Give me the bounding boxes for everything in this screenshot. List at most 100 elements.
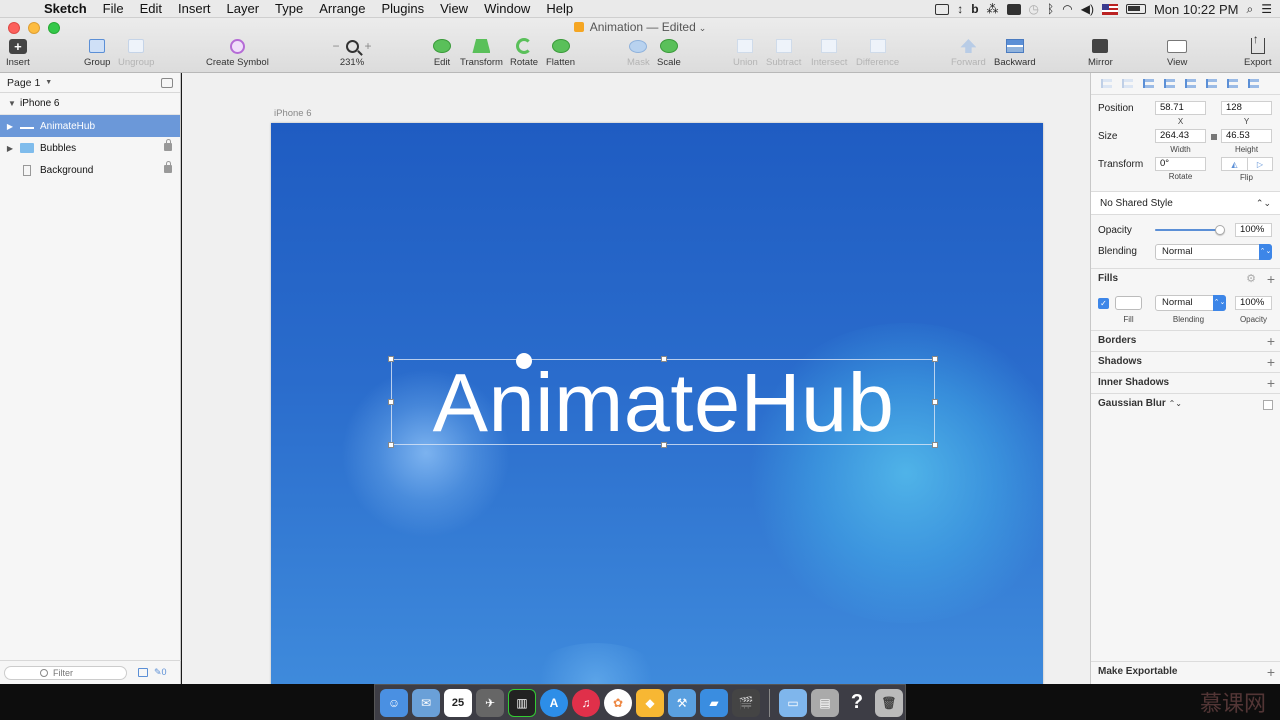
rotate-button[interactable]: Rotate — [510, 38, 538, 68]
add-shadow-button[interactable]: + — [1267, 352, 1275, 372]
align-middle-icon[interactable] — [1227, 79, 1238, 88]
insert-button[interactable]: + Insert — [6, 38, 30, 68]
app-store-icon[interactable]: A — [540, 688, 568, 717]
menu-file[interactable]: File — [95, 1, 132, 16]
folder-icon[interactable]: ▭ — [779, 688, 807, 717]
time-machine-icon[interactable]: ◷ — [1029, 2, 1039, 16]
add-inner-shadow-button[interactable]: + — [1267, 373, 1275, 393]
align-top-icon[interactable] — [1206, 79, 1217, 88]
keynote-icon[interactable]: ▰ — [700, 688, 728, 717]
align-left-icon[interactable] — [1143, 79, 1154, 88]
activity-monitor-icon[interactable]: ▥ — [508, 688, 536, 717]
edit-button[interactable]: Edit — [432, 38, 452, 68]
zoom-in-button[interactable]: + — [365, 39, 372, 53]
finder-icon[interactable]: ☺ — [380, 688, 408, 717]
align-bottom-icon[interactable] — [1248, 79, 1259, 88]
artboard-iphone-6[interactable]: AnimateHub — [271, 123, 1043, 684]
disclosure-closed-icon[interactable]: ▶ — [2, 144, 18, 153]
scale-button[interactable]: Scale — [657, 38, 681, 68]
opacity-field[interactable]: 100% — [1235, 223, 1272, 237]
photos-icon[interactable]: ✿ — [604, 688, 632, 717]
menu-insert[interactable]: Insert — [170, 1, 219, 16]
menu-help[interactable]: Help — [538, 1, 581, 16]
menu-plugins[interactable]: Plugins — [373, 1, 432, 16]
shared-style-select[interactable]: No Shared Style ⌃⌄ — [1091, 191, 1280, 215]
pages-filter-icon[interactable] — [138, 668, 148, 677]
transfer-icon[interactable]: ↕ — [957, 2, 963, 16]
gaussian-blur-section-header[interactable]: Gaussian Blur ⌃⌄ — [1091, 393, 1280, 414]
filter-input[interactable] — [53, 667, 123, 678]
subtract-button[interactable]: Subtract — [766, 38, 801, 68]
opacity-slider-knob[interactable] — [1215, 225, 1225, 235]
position-x-field[interactable]: 58.71 — [1155, 101, 1206, 115]
fill-blending-select[interactable]: Normal ⌃⌄ — [1155, 295, 1226, 311]
trash-icon[interactable]: 🗑 — [875, 688, 903, 717]
disclosure-open-icon[interactable]: ▼ — [4, 99, 20, 108]
fill-opacity-field[interactable]: 100% — [1235, 296, 1272, 310]
mirror-button[interactable]: Mirror — [1088, 38, 1113, 68]
dropbox-icon[interactable]: ⁂ — [987, 2, 999, 16]
zoom-out-button[interactable]: − — [332, 39, 339, 53]
distribute-horizontal-icon[interactable] — [1101, 79, 1112, 88]
bluetooth-icon[interactable]: ᛒ — [1047, 2, 1054, 16]
menu-window[interactable]: Window — [476, 1, 538, 16]
input-source-flag-icon[interactable] — [1101, 3, 1118, 15]
lock-icon[interactable] — [164, 161, 172, 173]
bing-icon[interactable]: b — [971, 2, 978, 16]
artboard-layer[interactable]: ▼ iPhone 6 — [0, 93, 180, 115]
help-icon[interactable]: ? — [843, 689, 871, 717]
intersect-button[interactable]: Intersect — [811, 38, 847, 68]
menu-layer[interactable]: Layer — [219, 1, 268, 16]
filter-field[interactable] — [4, 665, 127, 680]
spotlight-icon[interactable]: ⌕ — [1247, 2, 1254, 17]
layer-animatehub[interactable]: ▶ AnimateHub — [0, 115, 180, 137]
layer-background[interactable]: Background — [0, 159, 180, 181]
fill-enabled-checkbox[interactable]: ✓ — [1098, 298, 1109, 309]
group-button[interactable]: Group — [84, 38, 110, 68]
document-title[interactable]: Animation — Edited ⌄ — [0, 20, 1280, 34]
mask-button[interactable]: Mask — [627, 38, 650, 68]
add-fill-button[interactable]: + — [1267, 269, 1275, 289]
menu-view[interactable]: View — [432, 1, 476, 16]
final-cut-icon[interactable]: 🎬 — [732, 688, 760, 717]
calendar-icon[interactable]: 25 — [444, 688, 472, 717]
xcode-icon[interactable]: ⚒ — [668, 688, 696, 717]
rotate-field[interactable]: 0° — [1155, 157, 1206, 171]
menu-type[interactable]: Type — [267, 1, 311, 16]
magnifier-icon[interactable] — [345, 39, 359, 53]
screen-record-icon[interactable] — [935, 3, 950, 15]
slice-filter-icon[interactable]: ✎0 — [154, 667, 167, 678]
clock[interactable]: Mon 10:22 PM — [1154, 2, 1239, 17]
make-exportable-header[interactable]: Make Exportable + — [1091, 661, 1280, 682]
mail-icon[interactable]: ✉ — [412, 688, 440, 717]
blending-select[interactable]: Normal ⌃⌄ — [1155, 244, 1272, 260]
disclosure-closed-icon[interactable]: ▶ — [2, 122, 18, 131]
canvas[interactable]: iPhone 6 AnimateHub — [182, 73, 1090, 684]
flatten-button[interactable]: Flatten — [546, 38, 575, 68]
battery-icon[interactable] — [1125, 4, 1146, 14]
menu-edit[interactable]: Edit — [132, 1, 170, 16]
align-right-icon[interactable] — [1185, 79, 1196, 88]
itunes-icon[interactable]: ♫ — [572, 688, 600, 717]
lock-icon[interactable] — [164, 139, 172, 151]
fill-color-swatch[interactable] — [1115, 296, 1142, 310]
ungroup-button[interactable]: Ungroup — [118, 38, 154, 68]
opacity-slider[interactable] — [1155, 225, 1225, 235]
add-border-button[interactable]: + — [1267, 331, 1275, 351]
position-y-field[interactable]: 128 — [1221, 101, 1272, 115]
lock-proportions-icon[interactable] — [1211, 134, 1217, 140]
toggle-pages-icon[interactable] — [161, 78, 173, 88]
union-button[interactable]: Union — [733, 38, 758, 68]
menu-arrange[interactable]: Arrange — [311, 1, 373, 16]
export-button[interactable]: Export — [1244, 32, 1271, 68]
width-field[interactable]: 264.43 — [1155, 129, 1206, 143]
add-export-button[interactable]: + — [1267, 662, 1275, 682]
flip-horizontal-icon[interactable]: ◭ — [1222, 158, 1247, 170]
flip-vertical-icon[interactable]: ▷ — [1247, 158, 1272, 170]
height-field[interactable]: 46.53 — [1221, 129, 1272, 143]
align-center-icon[interactable] — [1164, 79, 1175, 88]
menu-app-sketch[interactable]: Sketch — [36, 1, 95, 16]
difference-button[interactable]: Difference — [856, 38, 899, 68]
headline-text-layer[interactable]: AnimateHub — [391, 356, 936, 449]
wifi-icon[interactable]: ◠ — [1062, 2, 1072, 16]
